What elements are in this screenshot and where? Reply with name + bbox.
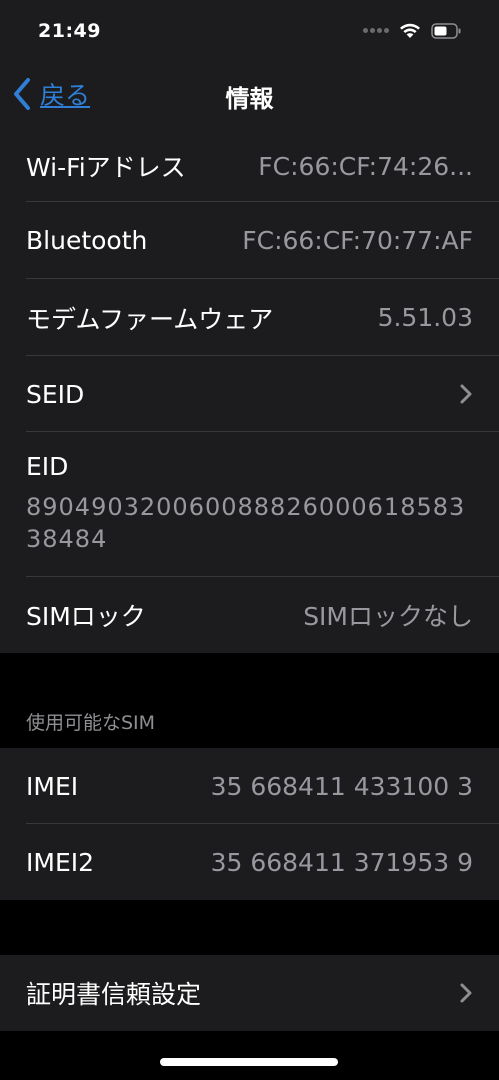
row-label: Bluetooth [26, 226, 148, 255]
page-title: 情報 [225, 85, 274, 113]
status-bar: 21:49 [0, 0, 499, 62]
screen: 21:49 戻る 情報 Wi-Fiアドレス FC:66:CF:74:26... … [0, 0, 499, 1080]
status-time: 21:49 [38, 20, 101, 42]
row-value: SIMロックなし [303, 602, 473, 631]
row-value: 5.51.03 [377, 303, 473, 332]
eid-value: 89049032006008882600061858338484 [26, 493, 466, 553]
row-value: 35 668411 433100 3 [210, 771, 473, 801]
battery-icon [431, 22, 461, 39]
row-value: FC:66:CF:70:77:AF [242, 226, 473, 255]
info-group: Wi-Fiアドレス FC:66:CF:74:26... Bluetooth FC… [0, 130, 499, 653]
row-label: IMEI [26, 771, 79, 801]
sim-row-imei2: IMEI2 35 668411 371953 9 [0, 824, 499, 900]
row-label: EID [26, 452, 69, 481]
info-row-modem-firmware: モデムファームウェア 5.51.03 [0, 279, 499, 356]
info-row-seid[interactable]: SEID [0, 356, 499, 432]
chevron-right-icon [460, 983, 472, 1003]
certificate-trust-settings-row[interactable]: 証明書信頼設定 [0, 955, 499, 1031]
section-header-available-sim: 使用可能なSIM [26, 712, 156, 734]
info-row-eid: EID 89049032006008882600061858338484 [0, 432, 499, 577]
info-row-sim-lock: SIMロック SIMロックなし [0, 577, 499, 653]
status-indicators [363, 22, 461, 39]
cellular-signal-icon [363, 28, 389, 33]
info-row-bluetooth: Bluetooth FC:66:CF:70:77:AF [0, 202, 499, 279]
header: 21:49 戻る 情報 [0, 0, 499, 130]
info-row-wifi-address: Wi-Fiアドレス FC:66:CF:74:26... [0, 130, 499, 202]
row-label: Wi-Fiアドレス [26, 153, 186, 182]
row-label: IMEI2 [26, 847, 95, 877]
wifi-icon [399, 22, 421, 39]
row-label: 証明書信頼設定 [26, 980, 202, 1009]
navigation-bar: 戻る 情報 [0, 62, 499, 130]
row-value: FC:66:CF:74:26... [258, 151, 473, 181]
row-label: SEID [26, 379, 85, 409]
sim-row-imei: IMEI 35 668411 433100 3 [0, 748, 499, 824]
chevron-right-icon [460, 384, 472, 404]
home-indicator[interactable] [160, 1058, 338, 1066]
row-label: モデムファームウェア [26, 304, 274, 334]
sim-group: IMEI 35 668411 433100 3 IMEI2 35 668411 … [0, 748, 499, 900]
certificate-group: 証明書信頼設定 [0, 955, 499, 1031]
row-label: SIMロック [26, 602, 146, 631]
row-value: 35 668411 371953 9 [210, 847, 473, 877]
